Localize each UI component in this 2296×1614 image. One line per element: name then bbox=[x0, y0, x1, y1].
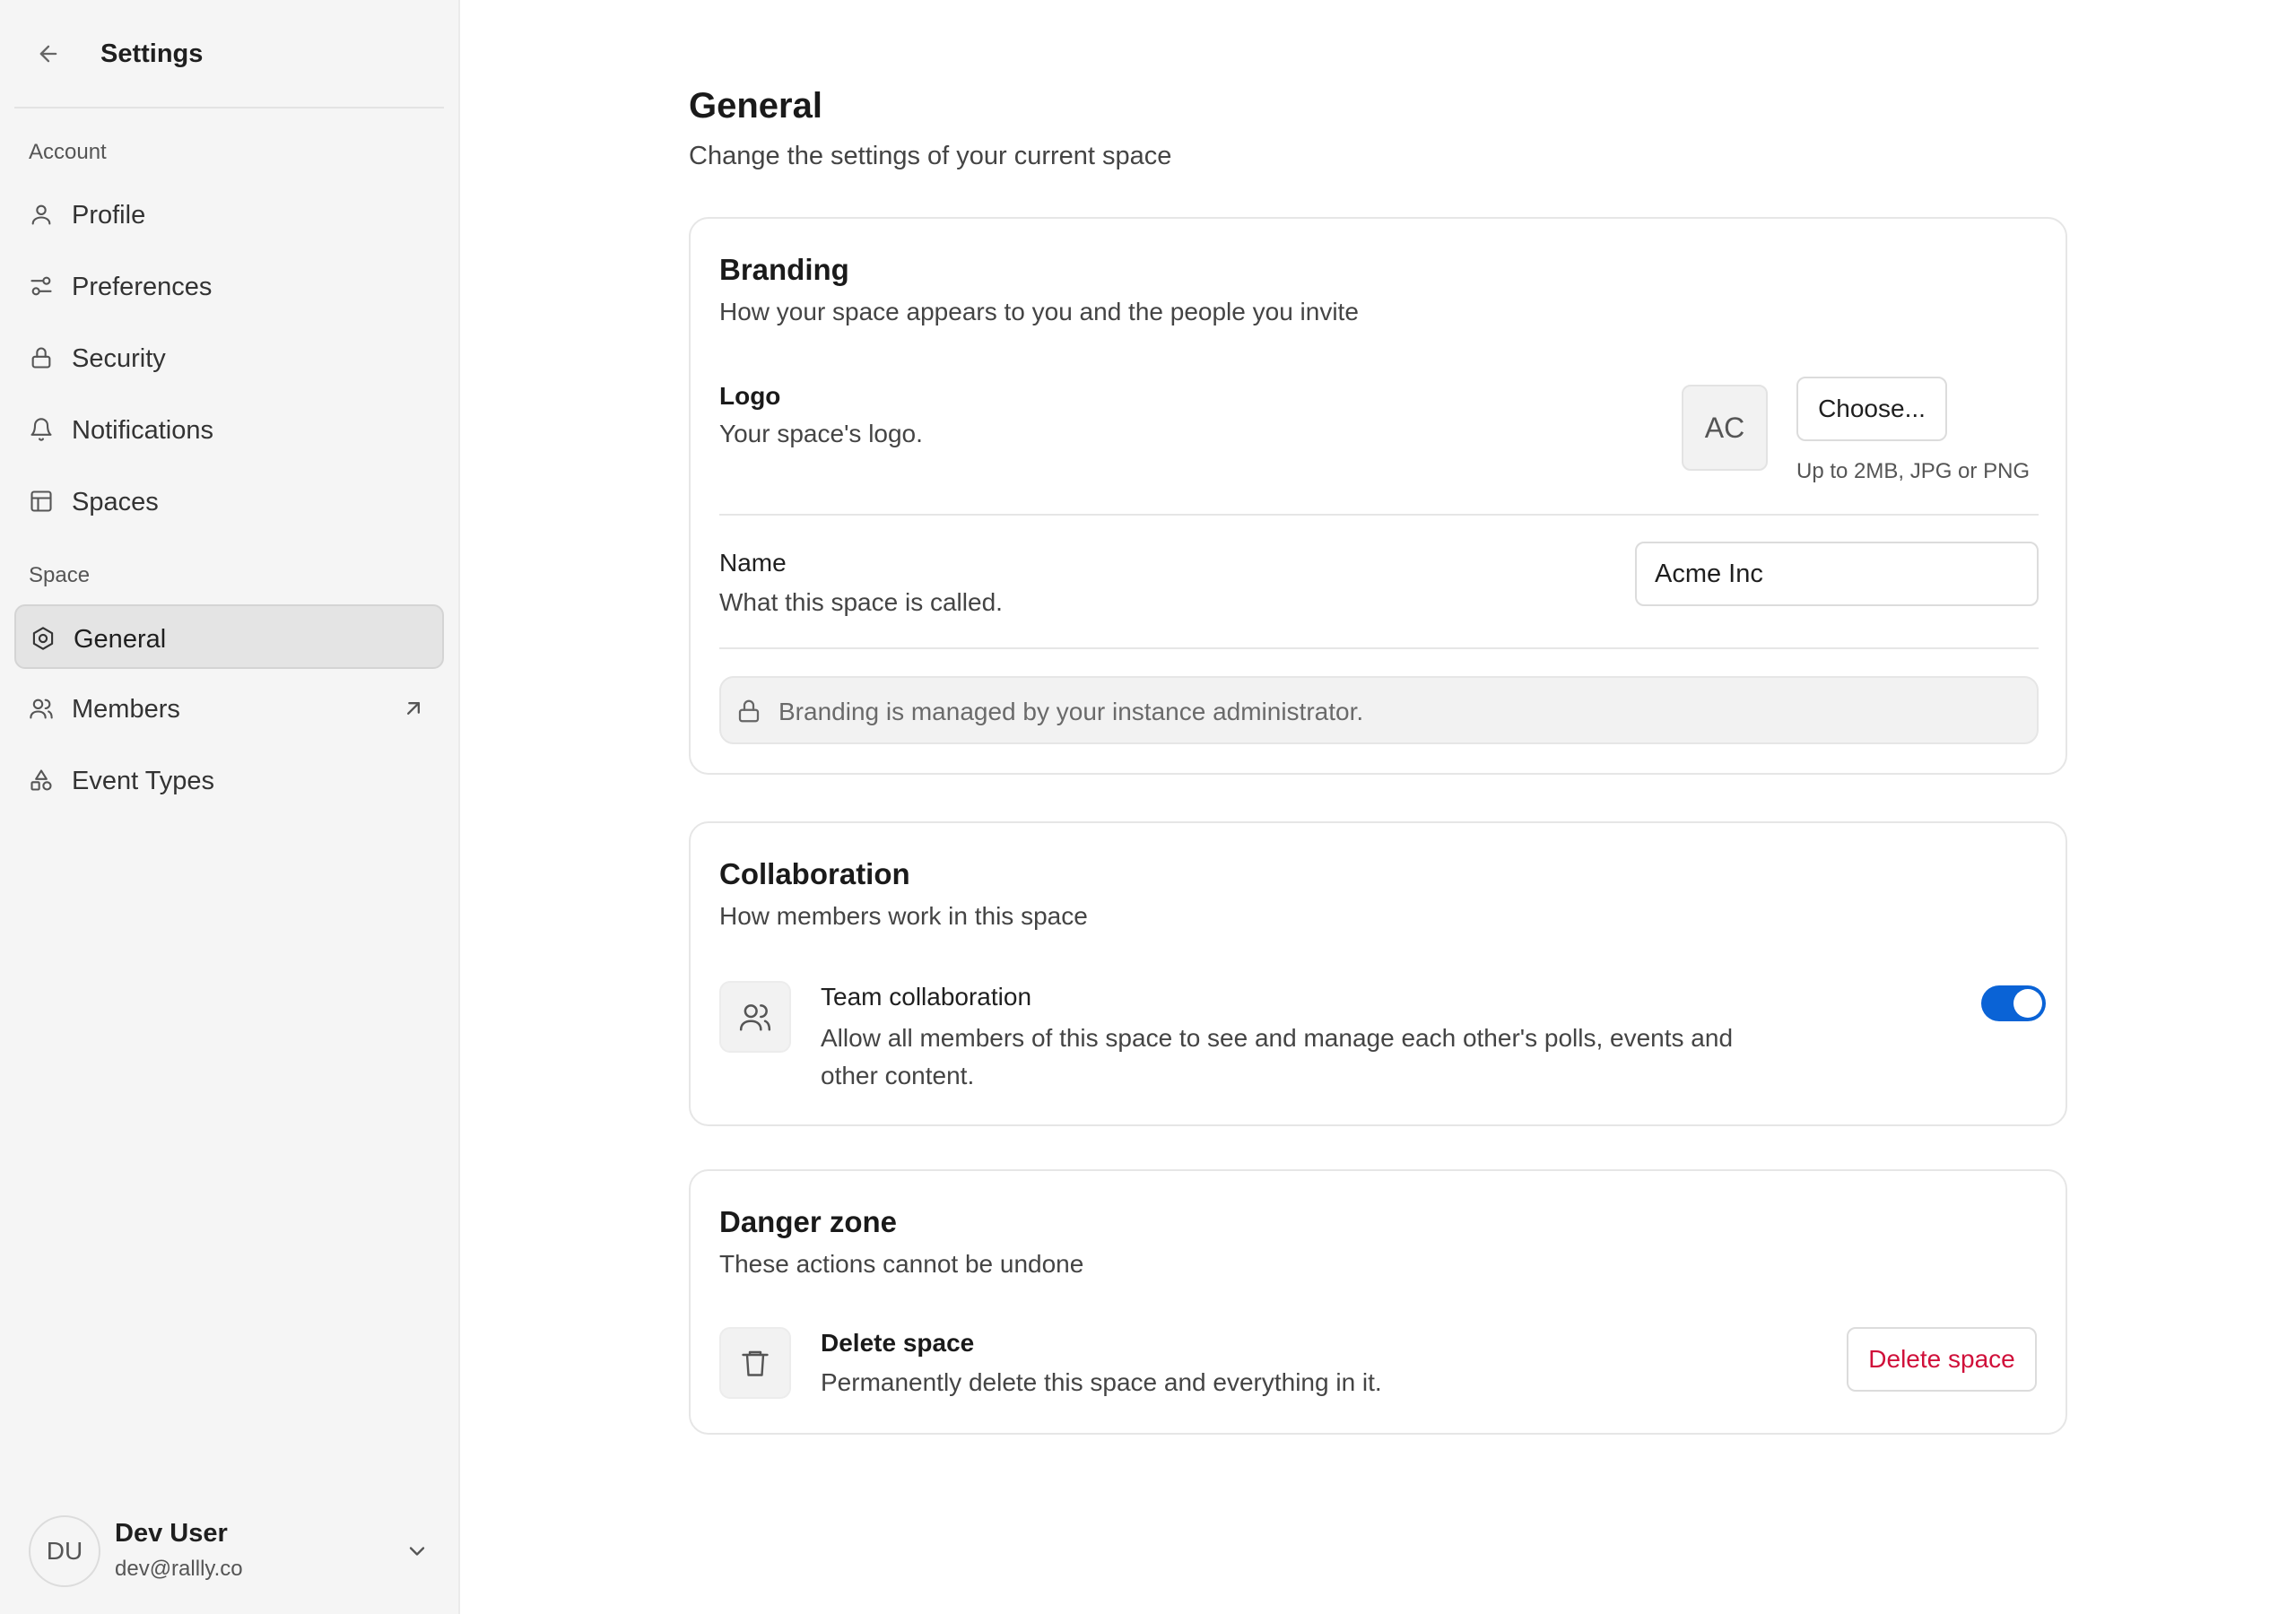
toggle-knob bbox=[2013, 989, 2042, 1018]
sidebar-item-spaces[interactable]: Spaces bbox=[14, 469, 444, 534]
user-name: Dev User bbox=[115, 1519, 228, 1548]
card-title: Danger zone bbox=[719, 1205, 898, 1238]
branding-managed-notice: Branding is managed by your instance adm… bbox=[719, 676, 2039, 744]
user-menu[interactable]: DU Dev User dev@rallly.co bbox=[14, 1512, 444, 1591]
space-name-input[interactable] bbox=[1635, 542, 2039, 606]
card-subtitle: These actions cannot be undone bbox=[719, 1250, 1084, 1278]
sidebar-item-profile[interactable]: Profile bbox=[14, 182, 444, 247]
lock-icon bbox=[738, 699, 760, 723]
user-email: dev@rallly.co bbox=[115, 1557, 243, 1581]
name-label: Name bbox=[719, 549, 787, 577]
sidebar-item-preferences[interactable]: Preferences bbox=[14, 254, 444, 318]
page-subtitle: Change the settings of your current spac… bbox=[689, 142, 1172, 170]
main-content: General Change the settings of your curr… bbox=[462, 0, 2296, 1614]
sidebar-title: Settings bbox=[100, 39, 204, 68]
page-title: General bbox=[689, 86, 822, 126]
sidebar-item-label: Members bbox=[72, 695, 180, 724]
arrow-left-icon bbox=[39, 45, 57, 63]
sliders-icon bbox=[30, 276, 52, 296]
lock-icon bbox=[31, 347, 51, 369]
sidebar-item-label: General bbox=[74, 625, 167, 654]
shapes-icon bbox=[30, 769, 52, 791]
sidebar-item-label: Security bbox=[72, 344, 166, 373]
bell-icon bbox=[30, 418, 52, 441]
section-label-space: Space bbox=[29, 563, 91, 587]
users-icon bbox=[739, 1004, 771, 1031]
team-collaboration-toggle[interactable] bbox=[1981, 985, 2046, 1021]
card-subtitle: How members work in this space bbox=[719, 902, 1088, 930]
sidebar-item-label: Profile bbox=[72, 201, 146, 230]
choose-logo-button[interactable]: Choose... bbox=[1796, 377, 1947, 441]
delete-space-button[interactable]: Delete space bbox=[1847, 1327, 2037, 1392]
sidebar-item-label: Spaces bbox=[72, 488, 159, 516]
card-subtitle: How your space appears to you and the pe… bbox=[719, 298, 1359, 325]
card-title: Branding bbox=[719, 253, 849, 286]
divider bbox=[719, 647, 2039, 649]
team-collaboration-label: Team collaboration bbox=[821, 983, 1032, 1011]
user-icon bbox=[31, 204, 51, 225]
divider bbox=[719, 514, 2039, 516]
danger-zone-card: Danger zone These actions cannot be undo… bbox=[689, 1169, 2067, 1435]
sidebar-item-label: Event Types bbox=[72, 767, 215, 795]
card-title: Collaboration bbox=[719, 857, 910, 890]
sidebar-item-general[interactable]: General bbox=[14, 604, 444, 669]
sidebar-item-label: Preferences bbox=[72, 273, 213, 301]
chevron-down-icon bbox=[409, 1547, 425, 1556]
settings-hex-icon bbox=[32, 627, 54, 650]
trash-icon bbox=[742, 1350, 769, 1376]
logo-label: Logo bbox=[719, 382, 781, 410]
sidebar-header: Settings bbox=[14, 0, 444, 108]
collaboration-card: Collaboration How members work in this s… bbox=[689, 821, 2067, 1126]
name-description: What this space is called. bbox=[719, 588, 1003, 616]
delete-space-label: Delete space bbox=[821, 1329, 975, 1357]
delete-icon-tile bbox=[719, 1327, 791, 1399]
layout-icon bbox=[30, 490, 52, 512]
settings-sidebar: Settings Account Profile Preferences Sec… bbox=[0, 0, 460, 1614]
section-label-account: Account bbox=[29, 140, 107, 164]
logo-upload-hint: Up to 2MB, JPG or PNG bbox=[1796, 459, 2031, 483]
sidebar-item-members[interactable]: Members bbox=[14, 676, 444, 741]
sidebar-item-label: Notifications bbox=[72, 416, 213, 445]
sidebar-item-event-types[interactable]: Event Types bbox=[14, 748, 444, 812]
delete-space-description: Permanently delete this space and everyt… bbox=[821, 1368, 1382, 1396]
notice-text: Branding is managed by your instance adm… bbox=[778, 698, 1364, 725]
avatar: DU bbox=[29, 1515, 100, 1587]
logo-description: Your space's logo. bbox=[719, 420, 923, 447]
team-collaboration-description-cont: other content. bbox=[821, 1062, 975, 1089]
arrow-up-right-icon bbox=[407, 702, 420, 715]
logo-preview: AC bbox=[1682, 385, 1768, 471]
users-icon bbox=[30, 699, 53, 719]
sidebar-item-security[interactable]: Security bbox=[14, 325, 444, 390]
sidebar-item-notifications[interactable]: Notifications bbox=[14, 397, 444, 462]
branding-card: Branding How your space appears to you a… bbox=[689, 217, 2067, 775]
back-button[interactable] bbox=[30, 36, 66, 72]
collaboration-icon-tile bbox=[719, 981, 791, 1053]
team-collaboration-description: Allow all members of this space to see a… bbox=[821, 1024, 1734, 1052]
